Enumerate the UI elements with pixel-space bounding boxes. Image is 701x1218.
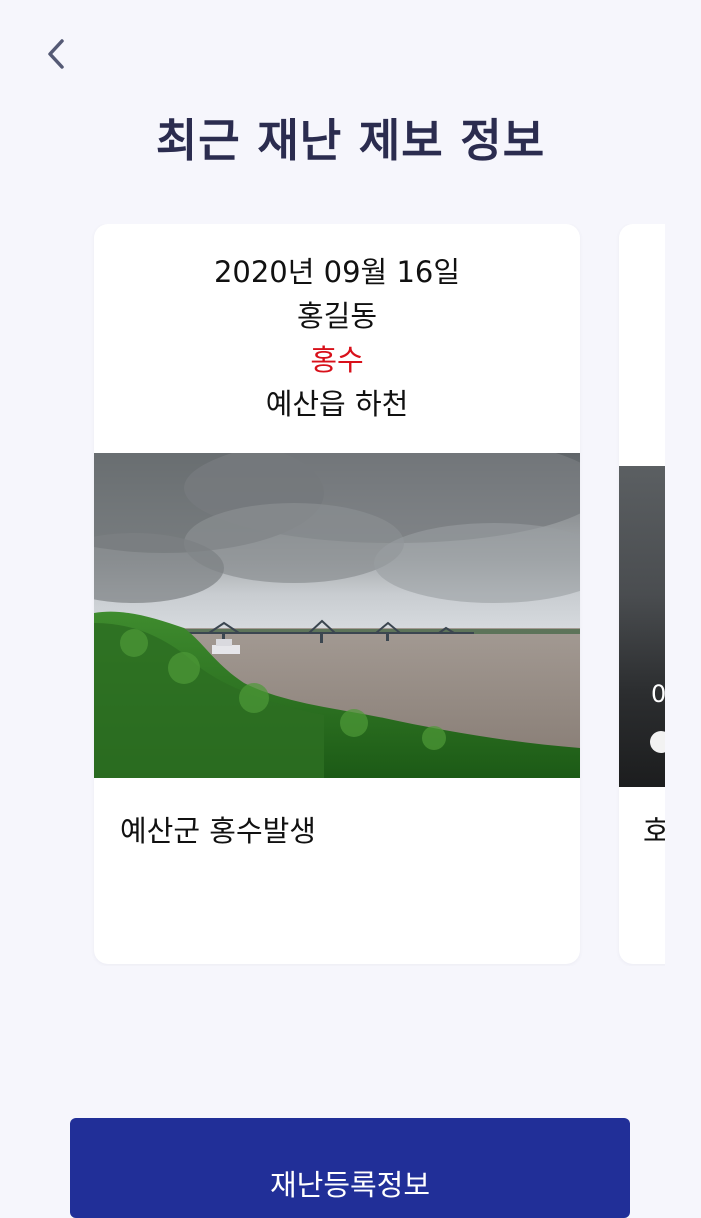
report-description: 호: [643, 814, 665, 848]
report-card[interactable]: 0 호: [619, 224, 665, 964]
register-disaster-button[interactable]: 재난등록정보: [70, 1118, 630, 1218]
report-carousel[interactable]: 2020년 09월 16일 홍길동 홍수 예산읍 하천 예산군 홍수발생 0 호: [0, 224, 665, 966]
play-indicator-icon: [650, 731, 665, 753]
report-date: 2020년 09월 16일: [213, 255, 461, 289]
back-button[interactable]: [36, 34, 76, 74]
card-header: 2020년 09월 16일 홍길동 홍수 예산읍 하천: [94, 250, 580, 426]
chevron-left-icon: [48, 39, 64, 69]
disaster-type: 홍수: [310, 343, 364, 377]
reporter-name: 홍길동: [296, 299, 378, 333]
report-card[interactable]: 2020년 09월 16일 홍길동 홍수 예산읍 하천 예산군 홍수발생: [94, 224, 580, 964]
page-title: 최근 재난 제보 정보: [155, 114, 546, 167]
photo-overlay-text: 0: [651, 680, 665, 708]
report-location: 예산읍 하천: [265, 387, 409, 421]
report-description: 예산군 홍수발생: [120, 814, 316, 848]
report-photo: [94, 453, 580, 778]
